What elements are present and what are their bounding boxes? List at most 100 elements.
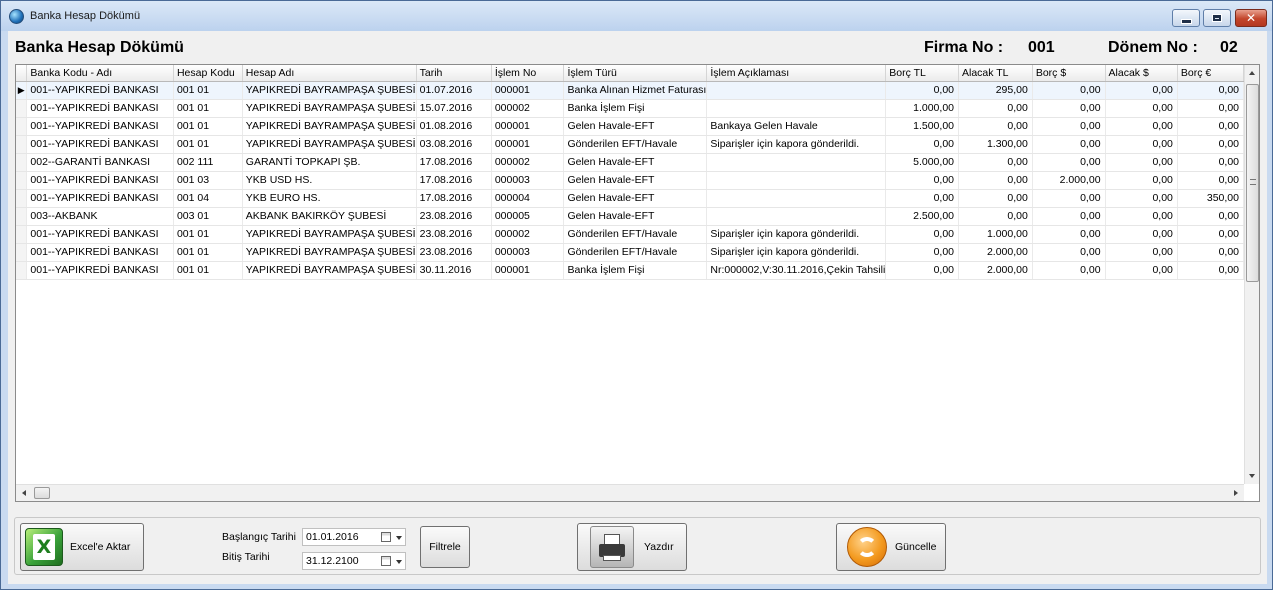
table-cell[interactable]: 001--YAPIKREDİ BANKASI bbox=[26, 171, 174, 190]
table-cell[interactable]: 2.000,00 bbox=[1032, 171, 1106, 190]
table-cell[interactable]: 0,00 bbox=[1105, 99, 1178, 118]
column-header[interactable]: Alacak TL bbox=[958, 65, 1033, 82]
table-cell[interactable]: 0,00 bbox=[1105, 261, 1178, 280]
filter-button[interactable]: Filtrele bbox=[420, 526, 470, 568]
table-cell[interactable]: 000003 bbox=[491, 243, 565, 262]
table-row[interactable]: 001--YAPIKREDİ BANKASI 001 03 YKB USD HS. 1… bbox=[16, 171, 1244, 190]
table-cell[interactable]: 2.500,00 bbox=[885, 207, 959, 226]
table-cell[interactable]: Siparişler için kapora gönderildi. bbox=[706, 135, 887, 154]
table-cell[interactable]: Siparişler için kapora gönderildi. bbox=[706, 243, 887, 262]
minimize-button[interactable] bbox=[1172, 9, 1200, 27]
table-row[interactable]: 001--YAPIKREDİ BANKASI 001 01 YAPIKREDİ BA… bbox=[16, 243, 1244, 262]
table-cell[interactable]: 350,00 bbox=[1177, 189, 1244, 208]
table-cell[interactable]: 001 01 bbox=[173, 135, 243, 154]
table-cell[interactable]: 1.000,00 bbox=[885, 99, 959, 118]
print-button[interactable]: Yazdır bbox=[577, 523, 687, 571]
table-cell[interactable]: 001 01 bbox=[173, 225, 243, 244]
column-header[interactable]: Borç TL bbox=[885, 65, 959, 82]
table-cell[interactable] bbox=[706, 81, 887, 100]
column-header[interactable]: Hesap Kodu bbox=[173, 65, 243, 82]
table-cell[interactable]: 0,00 bbox=[1177, 171, 1244, 190]
table-cell[interactable]: 23.08.2016 bbox=[416, 225, 492, 244]
table-cell[interactable]: 0,00 bbox=[958, 171, 1033, 190]
table-cell[interactable]: YAPIKREDİ BAYRAMPAŞA ŞUBESİ bbox=[242, 81, 417, 100]
table-cell[interactable]: 0,00 bbox=[1032, 135, 1106, 154]
row-selector[interactable] bbox=[16, 207, 28, 226]
table-row[interactable]: 001--YAPIKREDİ BANKASI 001 01 YAPIKREDİ BA… bbox=[16, 225, 1244, 244]
table-cell[interactable]: 0,00 bbox=[1177, 117, 1244, 136]
table-cell[interactable]: 03.08.2016 bbox=[416, 135, 492, 154]
table-row[interactable]: 001--YAPIKREDİ BANKASI 001 01 YAPIKREDİ BA… bbox=[16, 135, 1244, 154]
table-cell[interactable]: 0,00 bbox=[1105, 81, 1178, 100]
table-cell[interactable]: 0,00 bbox=[885, 261, 959, 280]
vertical-scroll-thumb[interactable] bbox=[1246, 84, 1259, 282]
table-cell[interactable]: 001 01 bbox=[173, 81, 243, 100]
end-date-picker[interactable]: 31.12.2100 bbox=[302, 552, 406, 570]
vertical-scrollbar[interactable] bbox=[1244, 65, 1259, 484]
table-row[interactable]: 001--YAPIKREDİ BANKASI 001 01 YAPIKREDİ BA… bbox=[16, 117, 1244, 136]
row-selector[interactable] bbox=[16, 243, 28, 262]
table-cell[interactable]: Gelen Havale-EFT bbox=[563, 189, 708, 208]
table-cell[interactable]: Gelen Havale-EFT bbox=[563, 117, 708, 136]
table-row[interactable]: 002--GARANTİ BANKASI 002 111 GARANTİ TOPKA… bbox=[16, 153, 1244, 172]
table-cell[interactable]: 001 01 bbox=[173, 243, 243, 262]
table-cell[interactable]: 0,00 bbox=[1105, 117, 1178, 136]
table-cell[interactable]: Gelen Havale-EFT bbox=[563, 153, 708, 172]
table-cell[interactable]: 0,00 bbox=[1177, 81, 1244, 100]
table-cell[interactable]: 001--YAPIKREDİ BANKASI bbox=[26, 81, 174, 100]
table-cell[interactable]: YAPIKREDİ BAYRAMPAŞA ŞUBESİ bbox=[242, 243, 417, 262]
column-header[interactable]: Banka Kodu - Adı bbox=[26, 65, 174, 82]
table-cell[interactable]: 17.08.2016 bbox=[416, 171, 492, 190]
table-cell[interactable]: 001 01 bbox=[173, 99, 243, 118]
row-selector[interactable] bbox=[16, 99, 28, 118]
calendar-icon[interactable] bbox=[381, 556, 391, 566]
table-cell[interactable]: 0,00 bbox=[1032, 261, 1106, 280]
horizontal-scroll-thumb[interactable] bbox=[34, 487, 50, 499]
table-cell[interactable]: 0,00 bbox=[1177, 153, 1244, 172]
table-cell[interactable]: 0,00 bbox=[1105, 189, 1178, 208]
column-header[interactable]: Borç $ bbox=[1032, 65, 1106, 82]
table-cell[interactable]: YAPIKREDİ BAYRAMPAŞA ŞUBESİ bbox=[242, 261, 417, 280]
table-cell[interactable]: 30.11.2016 bbox=[416, 261, 492, 280]
row-selector[interactable] bbox=[16, 117, 28, 136]
table-cell[interactable]: 0,00 bbox=[958, 99, 1033, 118]
row-selector[interactable] bbox=[16, 171, 28, 190]
title-bar[interactable]: Banka Hesap Dökümü ✕ bbox=[1, 1, 1272, 31]
table-cell[interactable]: 001--YAPIKREDİ BANKASI bbox=[26, 99, 174, 118]
table-cell[interactable]: 0,00 bbox=[1177, 261, 1244, 280]
table-cell[interactable]: YAPIKREDİ BAYRAMPAŞA ŞUBESİ bbox=[242, 225, 417, 244]
table-cell[interactable]: 1.300,00 bbox=[958, 135, 1033, 154]
table-cell[interactable]: 0,00 bbox=[1177, 99, 1244, 118]
table-cell[interactable]: 0,00 bbox=[1032, 207, 1106, 226]
table-cell[interactable]: Gönderilen EFT/Havale bbox=[563, 225, 708, 244]
table-cell[interactable]: 0,00 bbox=[1105, 135, 1178, 154]
scroll-left-icon[interactable] bbox=[22, 490, 26, 496]
table-cell[interactable]: YAPIKREDİ BAYRAMPAŞA ŞUBESİ bbox=[242, 135, 417, 154]
row-selector[interactable] bbox=[16, 135, 28, 154]
table-cell[interactable]: 0,00 bbox=[885, 243, 959, 262]
table-cell[interactable]: 0,00 bbox=[1105, 243, 1178, 262]
table-cell[interactable]: 001--YAPIKREDİ BANKASI bbox=[26, 261, 174, 280]
table-cell[interactable]: 0,00 bbox=[1032, 189, 1106, 208]
table-cell[interactable]: 23.08.2016 bbox=[416, 243, 492, 262]
table-cell[interactable]: 0,00 bbox=[958, 153, 1033, 172]
table-cell[interactable]: YAPIKREDİ BAYRAMPAŞA ŞUBESİ bbox=[242, 117, 417, 136]
column-header[interactable]: Hesap Adı bbox=[242, 65, 417, 82]
table-row[interactable]: 001--YAPIKREDİ BANKASI 001 01 YAPIKREDİ BA… bbox=[16, 261, 1244, 280]
chevron-down-icon[interactable] bbox=[396, 536, 402, 540]
table-cell[interactable]: 001--YAPIKREDİ BANKASI bbox=[26, 225, 174, 244]
row-selector[interactable] bbox=[16, 189, 28, 208]
close-button[interactable]: ✕ bbox=[1235, 9, 1267, 27]
table-cell[interactable] bbox=[706, 153, 887, 172]
table-cell[interactable]: 0,00 bbox=[1177, 135, 1244, 154]
table-cell[interactable]: Banka İşlem Fişi bbox=[563, 261, 708, 280]
table-cell[interactable]: 001--YAPIKREDİ BANKASI bbox=[26, 117, 174, 136]
column-header[interactable]: İşlem Türü bbox=[563, 65, 708, 82]
table-cell[interactable]: 0,00 bbox=[885, 81, 959, 100]
table-cell[interactable]: 0,00 bbox=[1032, 225, 1106, 244]
table-cell[interactable]: 0,00 bbox=[1032, 153, 1106, 172]
table-cell[interactable] bbox=[706, 171, 887, 190]
row-selector[interactable] bbox=[16, 153, 28, 172]
table-cell[interactable]: 000002 bbox=[491, 99, 565, 118]
table-cell[interactable]: 0,00 bbox=[1032, 243, 1106, 262]
